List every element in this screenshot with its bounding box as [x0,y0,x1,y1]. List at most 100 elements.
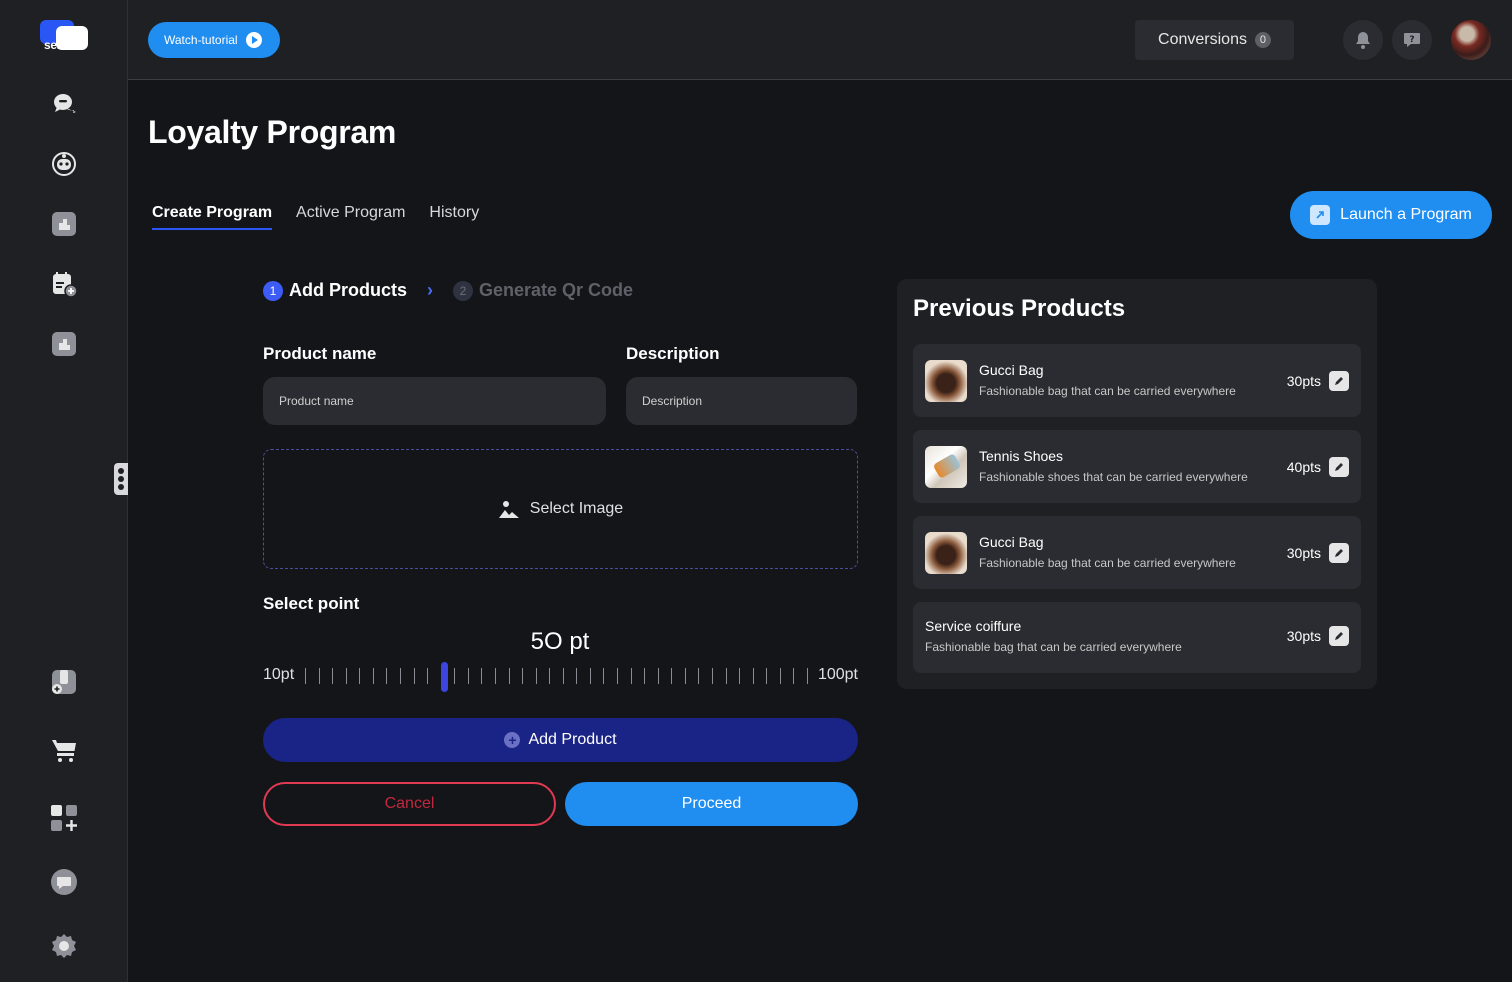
slider-tick [793,668,794,684]
slider-tick [726,668,727,684]
slider-tick [603,668,604,684]
edit-icon[interactable] [1329,626,1349,646]
description-input[interactable]: Description [626,377,857,425]
conversions-button[interactable]: Conversions 0 [1135,20,1294,60]
point-slider[interactable]: 10pt 100pt [263,660,858,692]
slider-tick [359,668,360,684]
sema-logo[interactable]: sema [40,20,90,54]
bot-icon[interactable] [50,150,78,178]
slider-tick [481,668,482,684]
step-generate-qr-code[interactable]: 2 Generate Qr Code [453,280,633,301]
slider-tick [536,668,537,684]
calendar-add-icon[interactable] [50,270,78,298]
slider-tick [631,668,632,684]
previous-products-panel: Previous Products Gucci Bag Fashionable … [897,279,1377,689]
product-description: Fashionable bag that can be carried ever… [979,384,1236,398]
store-add-icon[interactable] [50,668,78,696]
product-points: 30pts [1286,545,1321,561]
cancel-button[interactable]: Cancel [263,782,556,826]
product-name: Gucci Bag [979,362,1044,378]
play-icon [245,32,262,48]
step-number: 2 [453,280,474,301]
slider-thumb[interactable] [441,662,448,692]
chat-icon[interactable] [50,90,78,118]
settings-icon[interactable] [50,932,78,960]
sidebar: sema [0,0,128,982]
product-points: 30pts [1286,628,1321,644]
step-add-products[interactable]: 1 Add Products [263,280,407,301]
slider-tick [468,668,469,684]
conversions-count-badge: 0 [1254,32,1271,48]
top-bar: Watch-tutorial Conversions 0 ? [128,0,1512,80]
product-description: Fashionable bag that can be carried ever… [925,640,1182,654]
previous-products-title: Previous Products [913,295,1126,322]
slider-min-label: 10pt [263,666,295,683]
edit-icon[interactable] [1329,371,1349,391]
svg-text:?: ? [1409,35,1414,45]
product-card[interactable]: Gucci Bag Fashionable bag that can be ca… [913,516,1361,589]
tab-active-program[interactable]: Active Program [296,204,405,230]
product-description: Fashionable shoes that can be carried ev… [979,470,1248,484]
product-description: Fashionable bag that can be carried ever… [979,556,1236,570]
user-avatar[interactable] [1451,20,1491,60]
tab-create-program[interactable]: Create Program [152,204,273,230]
add-product-button[interactable]: + Add Product [263,718,858,762]
slider-tick [386,668,387,684]
program-tabs: Create Program Active Program History [152,204,479,230]
product-name-input[interactable]: Product name [263,377,606,425]
help-button[interactable]: ? [1392,20,1432,60]
watch-tutorial-button[interactable]: Watch-tutorial [148,22,280,58]
cart-icon[interactable] [50,736,78,764]
logo-text: sema [44,38,74,52]
image-icon [498,501,519,518]
slider-tick [576,668,577,684]
proceed-button[interactable]: Proceed [565,782,858,826]
step-label: Add Products [289,280,408,300]
product-thumbnail [925,532,967,574]
slider-tick [617,668,618,684]
slider-tick [305,668,306,684]
launch-program-button[interactable]: Launch a Program [1290,191,1492,239]
slider-tick [712,668,713,684]
conversions-label: Conversions [1158,31,1247,48]
slider-tick [698,668,699,684]
dashboard-icon[interactable] [50,210,78,238]
tab-history[interactable]: History [429,204,479,230]
apps-add-icon[interactable] [50,804,78,832]
add-product-label: Add Product [528,731,617,748]
bell-icon [1356,32,1370,49]
edit-icon[interactable] [1329,543,1349,563]
product-card[interactable]: Service coiffure Fashionable bag that ca… [913,602,1361,673]
slider-tick [753,668,754,684]
product-name-label: Product name [263,344,377,363]
launch-program-label: Launch a Program [1340,206,1472,223]
slider-ticks [305,668,808,684]
launch-icon [1310,205,1331,225]
slider-tick [658,668,659,684]
slider-tick [563,668,564,684]
slider-tick [346,668,347,684]
slider-tick [590,668,591,684]
watch-tutorial-label: Watch-tutorial [164,33,238,47]
dashboard-icon[interactable] [50,330,78,358]
product-card[interactable]: Tennis Shoes Fashionable shoes that can … [913,430,1361,503]
slider-tick [671,668,672,684]
sidebar-collapse-handle[interactable] [114,463,128,495]
slider-tick [319,668,320,684]
step-label: Generate Qr Code [479,280,634,300]
page-title: Loyalty Program [148,114,397,150]
product-thumbnail [925,446,967,488]
slider-tick [495,668,496,684]
slider-tick [454,668,455,684]
slider-tick [427,668,428,684]
select-point-label: Select point [263,594,360,613]
message-icon[interactable] [50,868,78,896]
notifications-button[interactable] [1343,20,1383,60]
product-name: Tennis Shoes [979,448,1064,464]
slider-tick [739,668,740,684]
stepper: 1 Add Products › 2 Generate Qr Code [263,280,633,301]
description-label: Description [626,344,720,363]
image-dropzone[interactable]: Select Image [263,449,858,569]
edit-icon[interactable] [1329,457,1349,477]
product-card[interactable]: Gucci Bag Fashionable bag that can be ca… [913,344,1361,417]
